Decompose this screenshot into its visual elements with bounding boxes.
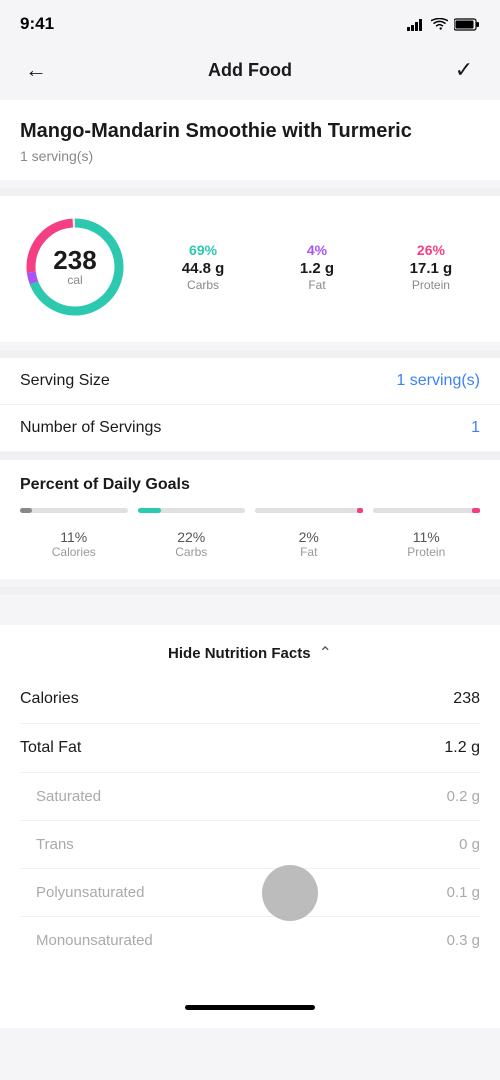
goals-section: Percent of Daily Goals	[0, 460, 500, 579]
nutrition-row-monounsaturated: Monounsaturated 0.3 g	[20, 917, 480, 964]
wifi-icon	[431, 18, 448, 31]
goal-bar-carbs	[138, 508, 246, 519]
chevron-up-icon: ⌃	[319, 643, 332, 663]
macro-section: 238 cal 69% 44.8 g Carbs 4% 1.2 g Fat 26…	[0, 196, 500, 342]
bottom-spacer	[0, 964, 500, 994]
fat-label: Fat	[308, 278, 325, 292]
nutrition-value-monounsaturated: 0.3 g	[447, 932, 480, 949]
nutrition-row-total-fat: Total Fat 1.2 g	[20, 724, 480, 773]
goal-bar-calories	[20, 508, 128, 519]
status-bar: 9:41	[0, 0, 500, 44]
nutrition-value-polyunsaturated: 0.1 g	[447, 884, 480, 901]
nutrition-list: Calories 238 Total Fat 1.2 g Saturated 0…	[0, 675, 500, 964]
num-servings-label: Number of Servings	[20, 419, 161, 437]
goal-bar-fat	[255, 508, 363, 519]
goal-label-fat: 2% Fat	[255, 529, 363, 559]
food-title-section: Mango-Mandarin Smoothie with Turmeric 1 …	[0, 100, 500, 180]
serving-size-row[interactable]: Serving Size 1 serving(s)	[0, 358, 500, 405]
nutrition-label-trans: Trans	[20, 836, 74, 853]
status-icons	[407, 18, 480, 31]
serving-size-value: 1 serving(s)	[396, 372, 480, 390]
protein-pct: 26%	[417, 242, 445, 258]
goal-labels: 11% Calories 22% Carbs 2% Fat 11% Protei…	[20, 529, 480, 559]
goal-label-protein: 11% Protein	[373, 529, 481, 559]
page-title: Add Food	[208, 60, 292, 81]
goals-bars	[20, 508, 480, 519]
divider-4	[0, 587, 500, 595]
nutrition-value-saturated: 0.2 g	[447, 788, 480, 805]
nutrition-value-calories: 238	[453, 690, 480, 708]
num-servings-value: 1	[471, 419, 480, 437]
nutrition-toggle[interactable]: Hide Nutrition Facts ⌃	[0, 625, 500, 675]
goal-bar-protein	[373, 508, 481, 519]
donut-calories: 238	[53, 247, 96, 273]
donut-center: 238 cal	[53, 247, 96, 287]
nutrition-toggle-text: Hide Nutrition Facts	[168, 645, 311, 662]
nutrition-row-calories: Calories 238	[20, 675, 480, 724]
divider-2	[0, 350, 500, 358]
nutrition-row-trans: Trans 0 g	[20, 821, 480, 869]
num-servings-row[interactable]: Number of Servings 1	[0, 405, 500, 451]
divider-3	[0, 452, 500, 460]
nutrition-label-monounsaturated: Monounsaturated	[20, 932, 153, 949]
donut-cal-label: cal	[53, 273, 96, 287]
donut-chart: 238 cal	[20, 212, 130, 322]
nutrition-row-saturated: Saturated 0.2 g	[20, 773, 480, 821]
nutrition-label-total-fat: Total Fat	[20, 739, 81, 757]
signal-icon	[407, 18, 425, 31]
carbs-label: Carbs	[187, 278, 219, 292]
spacer	[0, 595, 500, 625]
goal-label-carbs: 22% Carbs	[138, 529, 246, 559]
serving-size-section: Serving Size 1 serving(s) Number of Serv…	[0, 358, 500, 451]
nutrition-label-calories: Calories	[20, 690, 79, 708]
home-indicator	[185, 1005, 315, 1010]
scroll-indicator	[262, 865, 318, 921]
fat-pct: 4%	[307, 242, 327, 258]
nav-header: ← Add Food ✓	[0, 44, 500, 100]
macro-stats: 69% 44.8 g Carbs 4% 1.2 g Fat 26% 17.1 g…	[154, 242, 480, 292]
protein-value: 17.1 g	[410, 260, 453, 277]
carbs-pct: 69%	[189, 242, 217, 258]
bottom-bar	[0, 994, 500, 1028]
nutrition-label-polyunsaturated: Polyunsaturated	[20, 884, 144, 901]
status-time: 9:41	[20, 14, 54, 34]
macro-protein: 26% 17.1 g Protein	[410, 242, 453, 292]
back-button[interactable]: ←	[18, 52, 54, 88]
nutrition-value-trans: 0 g	[459, 836, 480, 853]
food-name: Mango-Mandarin Smoothie with Turmeric	[20, 118, 480, 144]
macro-fat: 4% 1.2 g Fat	[300, 242, 334, 292]
nutrition-label-saturated: Saturated	[20, 788, 101, 805]
check-button[interactable]: ✓	[446, 52, 482, 88]
macro-carbs: 69% 44.8 g Carbs	[182, 242, 225, 292]
nutrition-row-polyunsaturated: Polyunsaturated 0.1 g	[20, 869, 480, 917]
food-servings-label: 1 serving(s)	[20, 148, 480, 164]
nutrition-value-total-fat: 1.2 g	[444, 739, 480, 757]
protein-label: Protein	[412, 278, 450, 292]
serving-size-label: Serving Size	[20, 372, 110, 390]
goals-title: Percent of Daily Goals	[20, 476, 480, 494]
battery-icon	[454, 18, 480, 31]
fat-value: 1.2 g	[300, 260, 334, 277]
divider-1	[0, 188, 500, 196]
goal-label-calories: 11% Calories	[20, 529, 128, 559]
carbs-value: 44.8 g	[182, 260, 225, 277]
